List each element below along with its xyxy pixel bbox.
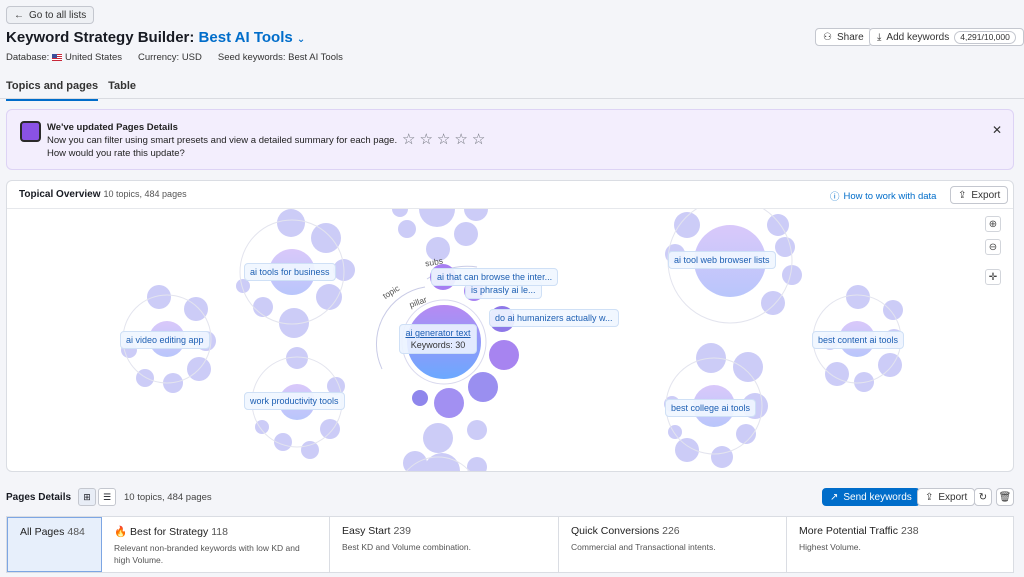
banner-line1: Now you can filter using smart presets a… [47,135,398,146]
fire-icon: 🔥 [114,526,128,538]
view-toggle: ⊞ ☰ [78,488,116,506]
pages-details-title: Pages Details [6,492,72,503]
share-arrow-icon: ↗ [830,491,839,503]
hand-icon [20,121,41,142]
share-button[interactable]: ⚇ Share [815,28,872,46]
topic-label[interactable]: ai video editing app [120,331,210,349]
topic-label[interactable]: best college ai tools [665,399,757,417]
how-to-work-link[interactable]: ⓘ How to work with data [830,189,936,204]
topic-label[interactable]: ai tools for business [244,263,336,281]
preset-card-more-potential-traffic[interactable]: More Potential Traffic 238 Highest Volume… [787,517,1013,572]
star-icon[interactable]: ☆ [472,130,485,148]
tabs-divider [0,98,1024,99]
preset-cards: All Pages 484 🔥 Best for Strategy 118 Rele… [6,516,1014,573]
star-icon[interactable]: ☆ [402,130,415,148]
pages-details-meta: 10 topics, 484 pages [124,492,212,503]
trash-icon[interactable]: 🗑 [996,488,1014,506]
export-icon: ⇪ [958,189,967,201]
topical-overview-panel: Topical Overview 10 topics, 484 pages ⓘ H… [6,180,1014,472]
star-icon[interactable]: ☆ [454,130,467,148]
back-to-lists-button[interactable]: ← Go to all lists [6,6,95,24]
update-banner: We've updated Pages Details Now you can … [6,109,1014,170]
arrow-left-icon: ← [14,9,24,21]
selected-topic-label[interactable]: ai generator text Keywords: 30 [399,324,477,354]
close-icon[interactable]: ✕ [992,123,1002,137]
add-keywords-button[interactable]: ⤓ Add keywords 4,291/10,000 [869,28,1024,46]
list-view-icon[interactable]: ☰ [98,488,116,506]
pages-export-button[interactable]: ⇪ Export [917,488,976,506]
overview-export-button[interactable]: ⇪ Export [950,186,1009,204]
chevron-down-icon: ⌄ [296,34,306,45]
download-icon: ⤓ [877,31,882,43]
tree-view-icon[interactable]: ⊞ [78,488,96,506]
list-meta: Database: United States Currency: USD Se… [6,52,343,63]
zoom-in-icon[interactable]: ⊕ [985,216,1001,232]
rating-stars: ☆ ☆ ☆ ☆ ☆ [402,130,485,148]
banner-line2: How would you rate this update? [47,148,185,159]
users-icon: ⚇ [823,31,832,43]
refresh-icon[interactable]: ↻ [974,488,992,506]
send-keywords-button[interactable]: ↗ Send keywords [822,488,920,506]
subtopic-label[interactable]: ai that can browse the inter... [431,268,559,286]
star-icon[interactable]: ☆ [419,130,432,148]
us-flag-icon [51,54,62,61]
topic-label[interactable]: ai tool web browser lists [668,251,776,269]
zoom-out-icon[interactable]: ⊖ [985,239,1001,255]
preset-card-best-for-strategy[interactable]: 🔥 Best for Strategy 118 Relevant non-bran… [102,517,330,572]
export-icon: ⇪ [925,491,934,503]
star-icon[interactable]: ☆ [437,130,450,148]
page-title: Keyword Strategy Builder: Best AI Tools … [6,29,306,46]
subtopic-label[interactable]: do ai humanizers actually w... [489,309,619,327]
question-circle-icon: ⓘ [830,192,840,203]
overview-title: Topical Overview 10 topics, 484 pages [19,189,187,200]
preset-card-all-pages[interactable]: All Pages 484 [7,517,102,572]
preset-card-quick-conversions[interactable]: Quick Conversions 226 Commercial and Tran… [559,517,787,572]
list-selector[interactable]: Best AI Tools ⌄ [199,29,306,46]
banner-title: We've updated Pages Details [47,122,178,133]
keyword-quota-badge: 4,291/10,000 [954,30,1016,44]
preset-card-easy-start[interactable]: Easy Start 239 Best KD and Volume combina… [330,517,559,572]
topic-label[interactable]: work productivity tools [244,392,345,410]
topic-label[interactable]: best content ai tools [812,331,905,349]
recenter-icon[interactable]: ✛ [985,269,1001,285]
